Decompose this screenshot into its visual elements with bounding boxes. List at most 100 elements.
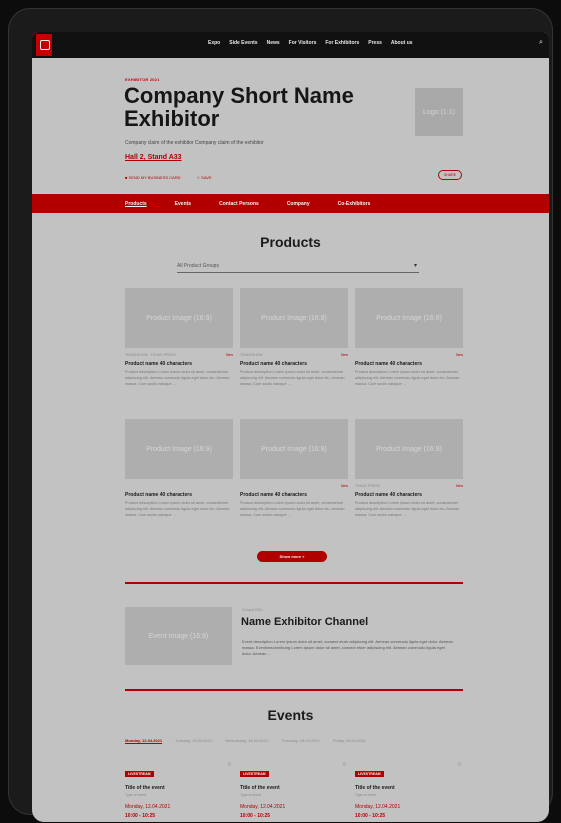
save-link[interactable]: ☆ SAVE xyxy=(196,175,211,180)
product-grid-row-1: Product Image (16:9) TRADESHOW · TRADE-P… xyxy=(125,288,463,387)
products-heading: Products xyxy=(260,234,321,250)
event-time: 10:00 - 10:25 xyxy=(355,813,386,819)
channel-title[interactable]: Name Exhibitor Channel xyxy=(241,616,368,628)
product-card[interactable]: Product Image (16:9) TRADESHOW · TRADE-P… xyxy=(125,288,233,387)
nav-for-visitors[interactable]: For Visitors xyxy=(289,40,317,46)
product-name: Product name 40 characters xyxy=(240,492,307,498)
channel-date: 12 April 2021 xyxy=(242,608,263,612)
new-badge: New xyxy=(455,353,463,357)
nav-press[interactable]: Press xyxy=(368,40,382,46)
product-description: Product description Lorem ipsum dolor si… xyxy=(355,501,460,517)
product-grid-row-2: Product Image (16:9) Product name 40 cha… xyxy=(125,419,463,518)
event-card[interactable]: LIVESTREAM ☆ Title of the event Type of … xyxy=(125,762,232,819)
product-description: Product description Lorem ipsum dolor si… xyxy=(125,501,230,517)
event-type: Type of event xyxy=(240,793,262,797)
day-tab-wednesday[interactable]: Wednesday, 14.04.2021 xyxy=(225,738,268,743)
event-card[interactable]: LIVESTREAM ☆ Title of the event Type of … xyxy=(240,762,347,819)
event-date: Monday, 12.04.2021 xyxy=(125,804,171,810)
product-name: Product name 40 characters xyxy=(355,361,422,367)
stand-link[interactable]: Hall 2, Stand A33 xyxy=(125,154,182,161)
product-group-select[interactable]: All Product Groups xyxy=(177,261,419,273)
event-time: 10:00 - 10:25 xyxy=(125,813,156,819)
day-tab-friday[interactable]: Friday, 16.04.2021 xyxy=(333,738,366,743)
nav-about-us[interactable]: About us xyxy=(391,40,413,46)
events-heading: Events xyxy=(267,707,314,723)
share-button[interactable]: SHARE xyxy=(438,170,462,180)
product-tags: TRADE-PRESS xyxy=(355,484,380,488)
product-description: Product description Lorem ipsum dolor si… xyxy=(355,370,460,386)
new-badge: New xyxy=(225,353,233,357)
event-card[interactable]: LIVESTREAM ☆ Title of the event Type of … xyxy=(355,762,462,819)
event-date: Monday, 12.04.2021 xyxy=(240,804,286,810)
business-card-link[interactable]: ■ SEND MY BUSINESS CARD xyxy=(125,175,180,180)
nav-news[interactable]: News xyxy=(267,40,280,46)
channel-description: Event description Lorem ipsum dolor sit … xyxy=(242,639,453,656)
channel-image-placeholder: Event Image (16:9) xyxy=(125,607,232,665)
event-day-tabs: Monday, 12.04.2021 Tuesday, 13.04.2021 W… xyxy=(125,738,366,743)
main-nav: Expo Side Events News For Visitors For E… xyxy=(208,40,413,46)
top-navigation-bar: Expo Side Events News For Visitors For E… xyxy=(32,32,549,58)
favorite-star-icon[interactable]: ☆ xyxy=(342,762,347,768)
tab-events[interactable]: Events xyxy=(175,201,191,207)
site-logo[interactable] xyxy=(36,34,52,56)
event-title: Title of the event xyxy=(240,785,280,791)
livestream-badge: LIVESTREAM xyxy=(125,771,154,777)
product-card[interactable]: Product Image (16:9) Product name 40 cha… xyxy=(125,419,233,518)
product-tags: TRADESHOW xyxy=(240,353,263,357)
favorite-star-icon[interactable]: ☆ xyxy=(457,762,462,768)
livestream-badge: LIVESTREAM xyxy=(355,771,384,777)
nav-side-events[interactable]: Side Events xyxy=(229,40,257,46)
event-title: Title of the event xyxy=(355,785,395,791)
search-icon[interactable]: ⌕ xyxy=(539,39,546,46)
product-card[interactable]: Product Image (16:9) TRADE-PRESS New Prod… xyxy=(355,419,463,518)
page-title: Company Short Name Exhibitor xyxy=(124,83,354,131)
day-tab-tuesday[interactable]: Tuesday, 13.04.2021 xyxy=(175,738,212,743)
product-image-placeholder: Product Image (16:9) xyxy=(125,288,233,348)
event-list: LIVESTREAM ☆ Title of the event Type of … xyxy=(125,762,462,819)
product-card[interactable]: Product Image (16:9) New Product name 40… xyxy=(240,419,348,518)
product-card[interactable]: Product Image (16:9) New Product name 40… xyxy=(355,288,463,387)
event-type: Type of event xyxy=(125,793,147,797)
product-image-placeholder: Product Image (16:9) xyxy=(355,288,463,348)
livestream-badge: LIVESTREAM xyxy=(240,771,269,777)
exhibitor-logo-placeholder: Logo (1:1) xyxy=(415,88,463,136)
product-description: Product description Lorem ipsum dolor si… xyxy=(240,501,345,517)
tab-contact-persons[interactable]: Contact Persons xyxy=(219,201,259,207)
tab-products[interactable]: Products xyxy=(125,201,147,207)
favorite-star-icon[interactable]: ☆ xyxy=(227,762,232,768)
event-date: Monday, 12.04.2021 xyxy=(355,804,401,810)
nav-expo[interactable]: Expo xyxy=(208,40,220,46)
divider xyxy=(125,689,463,691)
product-image-placeholder: Product Image (16:9) xyxy=(125,419,233,479)
product-image-placeholder: Product Image (16:9) xyxy=(240,288,348,348)
tab-co-exhibitors[interactable]: Co-Exhibitors xyxy=(338,201,371,207)
day-tab-thursday[interactable]: Thursday, 15.04.2021 xyxy=(281,738,320,743)
new-badge: New xyxy=(455,484,463,488)
product-name: Product name 40 characters xyxy=(240,361,307,367)
product-image-placeholder: Product Image (16:9) xyxy=(355,419,463,479)
company-claim: Company claim of the exhibitor Company c… xyxy=(125,140,264,146)
product-name: Product name 40 characters xyxy=(125,361,192,367)
product-tags: TRADESHOW · TRADE-PRESS xyxy=(125,353,176,357)
nav-for-exhibitors[interactable]: For Exhibitors xyxy=(325,40,359,46)
product-name: Product name 40 characters xyxy=(125,492,192,498)
new-badge: New xyxy=(340,484,348,488)
event-time: 10:00 - 10:25 xyxy=(240,813,271,819)
product-description: Product description Lorem ipsum dolor si… xyxy=(240,370,345,386)
web-page: Expo Side Events News For Visitors For E… xyxy=(32,32,549,822)
hero-actions: ■ SEND MY BUSINESS CARD ☆ SAVE xyxy=(125,175,212,180)
tab-company[interactable]: Company xyxy=(287,201,310,207)
divider xyxy=(125,582,463,584)
section-tabs: Products Events Contact Persons Company … xyxy=(32,194,549,213)
product-description: Product description Lorem ipsum dolor si… xyxy=(125,370,230,386)
new-badge: New xyxy=(340,353,348,357)
product-name: Product name 40 characters xyxy=(355,492,422,498)
show-more-button[interactable]: Show more » xyxy=(257,551,327,562)
event-type: Type of event xyxy=(355,793,377,797)
eyebrow: EXHIBITOR 2021 xyxy=(125,77,160,82)
tablet-frame: Expo Side Events News For Visitors For E… xyxy=(8,8,553,822)
product-image-placeholder: Product Image (16:9) xyxy=(240,419,348,479)
product-card[interactable]: Product Image (16:9) TRADESHOW New Produc… xyxy=(240,288,348,387)
event-title: Title of the event xyxy=(125,785,165,791)
day-tab-monday[interactable]: Monday, 12.04.2021 xyxy=(125,738,162,743)
